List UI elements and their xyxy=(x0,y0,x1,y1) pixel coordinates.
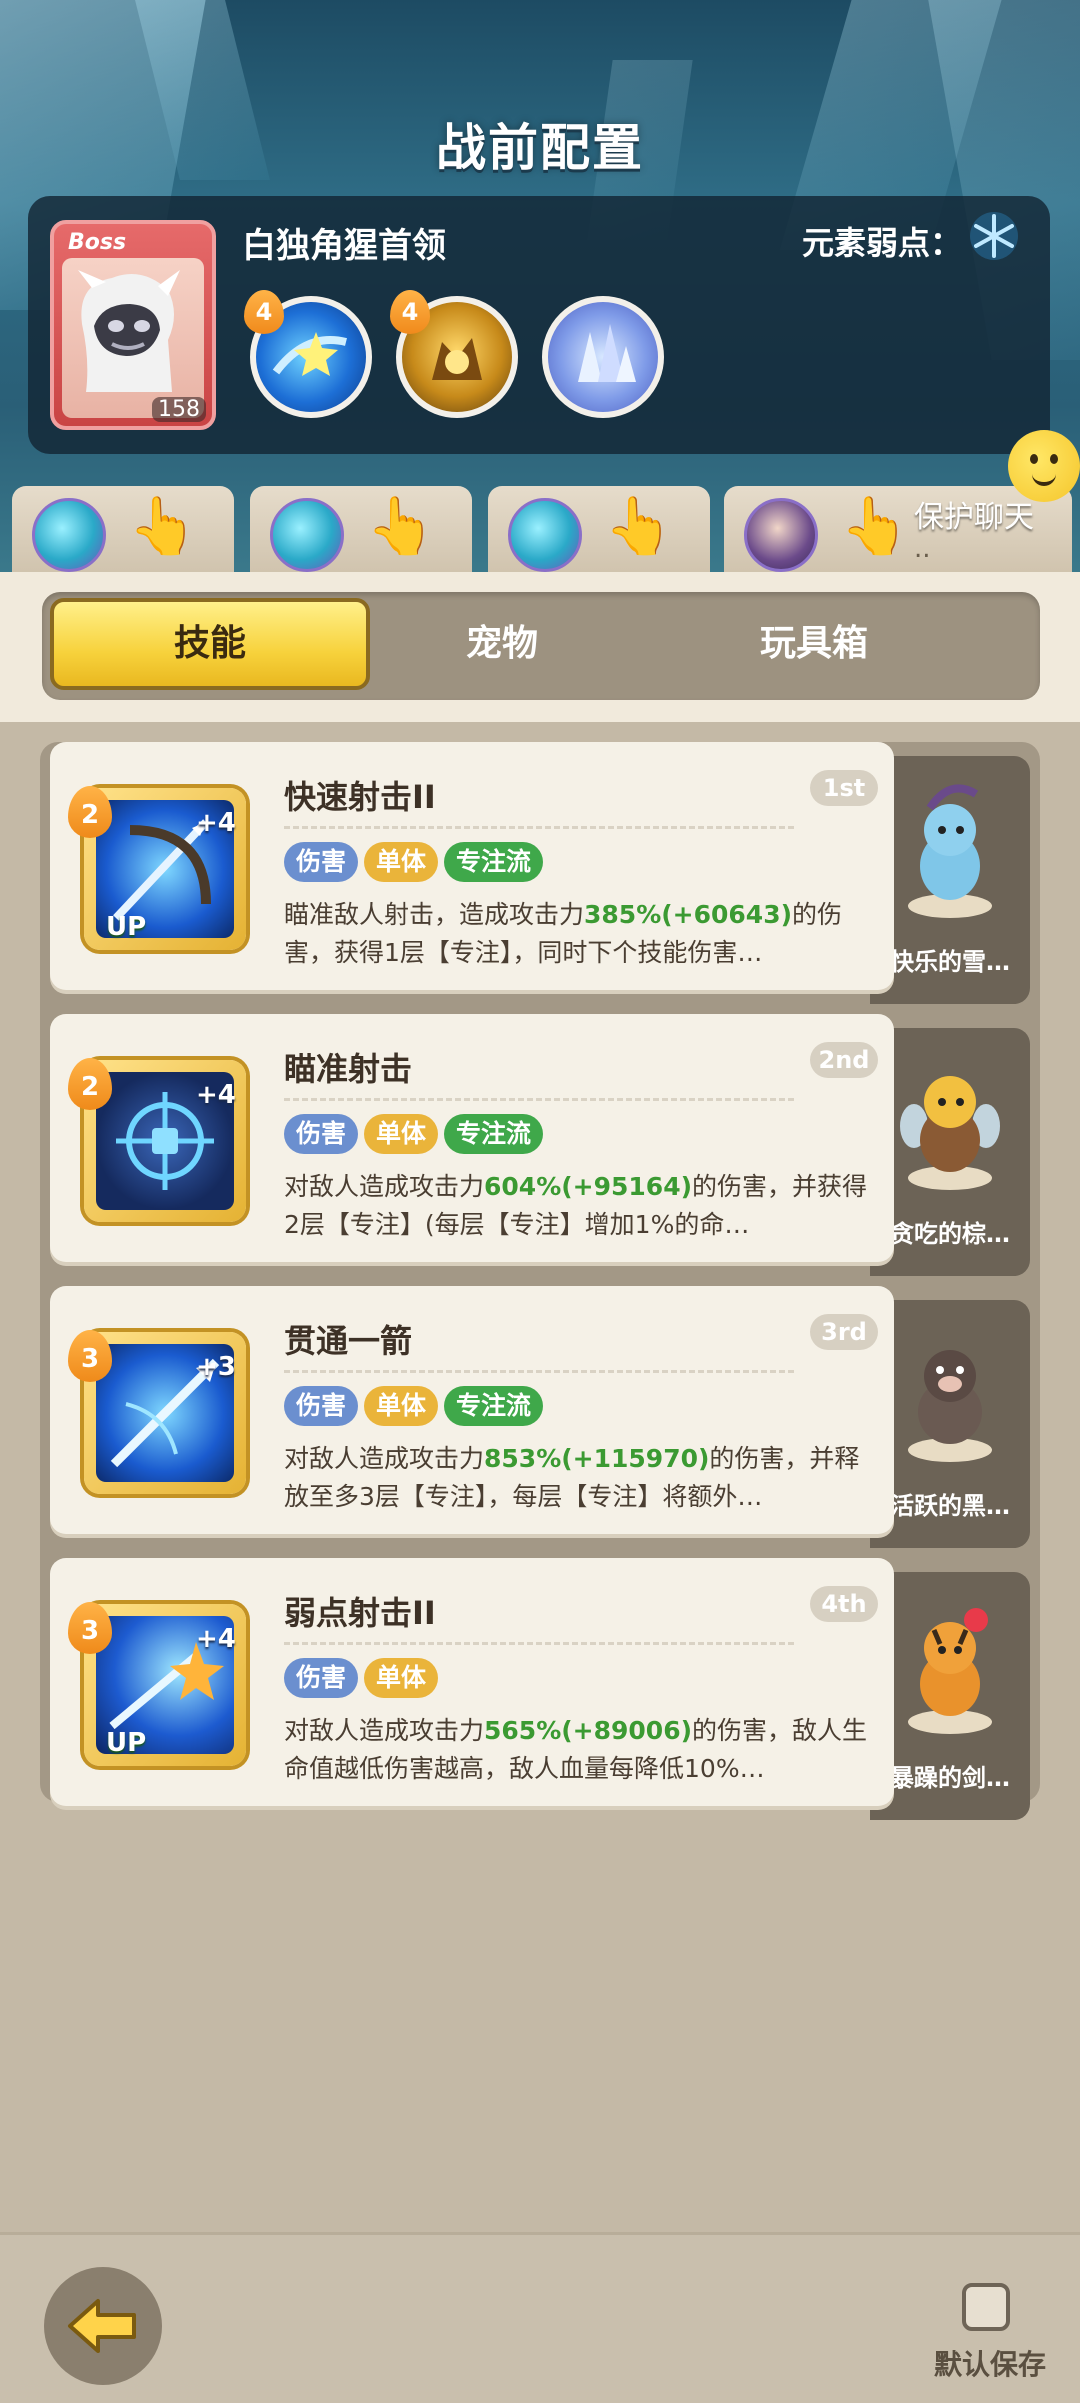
default-save-label: 默认保存 xyxy=(934,2348,1047,2381)
skill-name: 贯通一箭 xyxy=(284,1322,413,1360)
pet-name: 贪吃的棕… xyxy=(890,1220,1010,1248)
pet-name: 快乐的雪… xyxy=(890,948,1010,976)
back-arrow-icon xyxy=(68,2299,136,2353)
skill-name: 快速射击II xyxy=(284,778,436,816)
boss-skill-level-badge: 4 xyxy=(244,290,284,334)
pet-slot-3[interactable]: 活跃的黑… xyxy=(870,1300,1030,1548)
skill-tags: 伤害 单体 专注流 xyxy=(284,1114,549,1154)
tab-pets[interactable]: 宠物 xyxy=(342,598,662,690)
skill-plus: +4 xyxy=(196,1080,236,1110)
skill-rank-badge: 3rd xyxy=(810,1314,878,1350)
skill-tags: 伤害 单体 专注流 xyxy=(284,1386,549,1426)
skill-tags: 伤害 单体 xyxy=(284,1658,444,1698)
skill-plus: +4 xyxy=(196,1624,236,1654)
tag-focus: 专注流 xyxy=(444,842,544,882)
pet-name: 暴躁的剑… xyxy=(890,1764,1010,1792)
footer-bar: 默认保存 xyxy=(0,2232,1080,2403)
tag-damage: 伤害 xyxy=(284,1114,359,1154)
skill-plus: +4 xyxy=(196,808,236,838)
default-save-checkbox[interactable] xyxy=(962,2283,1010,2331)
skill-description: 对敌人造成攻击力604%(+95164)的伤害，并获得2层【专注】(每层【专注】… xyxy=(284,1172,868,1239)
boss-label: Boss xyxy=(68,230,127,255)
skill-upgrade-badge: UP xyxy=(106,912,147,942)
skill-list: 快乐的雪… 2 +4 UP 快速射击II 1st 伤害 单体 专注流 瞄准敌人射击，… xyxy=(40,742,1040,1820)
purple-hair-avatar xyxy=(744,498,818,572)
main-content: 技能 宠物 玩具箱 快乐的雪… 2 +4 UP 快速射击II 1st 伤害 单体… xyxy=(0,572,1080,2232)
pet-slot-2[interactable]: 贪吃的棕… xyxy=(870,1028,1030,1276)
boss-name: 白独角猩首领 xyxy=(242,226,446,266)
skill-rank-badge: 4th xyxy=(810,1586,878,1622)
pet-slot-4[interactable]: 暴躁的剑… xyxy=(870,1572,1030,1820)
hero-avatar xyxy=(508,498,582,572)
skill-plus: +3 xyxy=(196,1352,236,1382)
skill-tags: 伤害 单体 专注流 xyxy=(284,842,549,882)
boar-pet-icon xyxy=(908,1350,992,1462)
snowflake-icon xyxy=(970,212,1018,260)
boss-portrait[interactable]: Boss 158 xyxy=(50,220,216,430)
skill-card-2[interactable]: 2 +4 瞄准射击 2nd 伤害 单体 专注流 对敌人造成攻击力604%(+9516… xyxy=(50,1014,894,1262)
chat-dots: .. xyxy=(914,534,931,564)
tag-single: 单体 xyxy=(364,1386,439,1426)
skill-description: 对敌人造成攻击力565%(+89006)的伤害，敌人生命值越低伤害越高，敌人血量… xyxy=(284,1716,868,1783)
hero-avatar xyxy=(270,498,344,572)
boss-skill-level-badge: 4 xyxy=(390,290,430,334)
tab-toybox[interactable]: 玩具箱 xyxy=(654,598,974,690)
bee-bear-pet-icon xyxy=(900,1076,1000,1190)
skill-rank-badge: 2nd xyxy=(810,1042,878,1078)
boss-level: 158 xyxy=(152,397,206,422)
tag-damage: 伤害 xyxy=(284,842,359,882)
tap-hand-icon: 👆 xyxy=(604,494,674,559)
element-weakness-label: 元素弱点： xyxy=(801,224,962,262)
tap-hand-icon: 👆 xyxy=(840,494,910,559)
page-title: 战前配置 xyxy=(436,119,644,177)
team-slot-3[interactable]: 👆 xyxy=(488,486,710,578)
skill-card-3[interactable]: 3 +3 贯通一箭 3rd 伤害 单体 专注流 对敌人造成攻击力853%(+1159… xyxy=(50,1286,894,1534)
tab-bar: 技能 宠物 玩具箱 xyxy=(42,592,1040,700)
boss-monster-icon xyxy=(78,270,180,392)
pet-slot-1[interactable]: 快乐的雪… xyxy=(870,756,1030,1004)
skill-description: 对敌人造成攻击力853%(+115970)的伤害，并释放至多3层【专注】，每层【… xyxy=(284,1444,860,1511)
tag-damage: 伤害 xyxy=(284,1386,359,1426)
tiger-pet-icon xyxy=(908,1608,992,1734)
tag-single: 单体 xyxy=(364,1114,439,1154)
back-button[interactable] xyxy=(44,2267,162,2385)
skill-name: 瞄准射击 xyxy=(284,1050,413,1088)
tap-hand-icon: 👆 xyxy=(366,494,436,559)
hero-avatar xyxy=(32,498,106,572)
snow-pet-icon xyxy=(908,784,992,918)
tag-damage: 伤害 xyxy=(284,1658,359,1698)
skill-rank-badge: 1st xyxy=(810,770,878,806)
chat-emoji-icon[interactable] xyxy=(1008,430,1080,502)
team-slot-2[interactable]: 👆 xyxy=(250,486,472,578)
boss-skill-ice-crystal-icon[interactable] xyxy=(542,296,664,418)
tag-focus: 专注流 xyxy=(444,1386,544,1426)
skill-name: 弱点射击II xyxy=(284,1594,436,1632)
skill-card-4[interactable]: 3 +4 UP 弱点射击II 4th 伤害 单体 对敌人造成攻击力565%(+89… xyxy=(50,1558,894,1806)
tag-single: 单体 xyxy=(364,842,439,882)
tag-focus: 专注流 xyxy=(444,1114,544,1154)
tag-single: 单体 xyxy=(364,1658,439,1698)
skill-upgrade-badge: UP xyxy=(106,1728,147,1758)
team-slot-1[interactable]: 👆 xyxy=(12,486,234,578)
skill-description: 瞄准敌人射击，造成攻击力385%(+60643)的伤害，获得1层【专注】，同时下… xyxy=(284,900,843,967)
chat-label[interactable]: 保护聊天 xyxy=(914,492,1034,536)
tap-hand-icon: 👆 xyxy=(128,494,198,559)
pet-name: 活跃的黑… xyxy=(890,1492,1010,1520)
tab-skills[interactable]: 技能 xyxy=(50,598,370,690)
boss-info-panel: Boss 158 白独角猩首领 元素弱点： 4 4 xyxy=(28,196,1050,454)
skill-card-1[interactable]: 2 +4 UP 快速射击II 1st 伤害 单体 专注流 瞄准敌人射击，造成攻击力3… xyxy=(50,742,894,990)
